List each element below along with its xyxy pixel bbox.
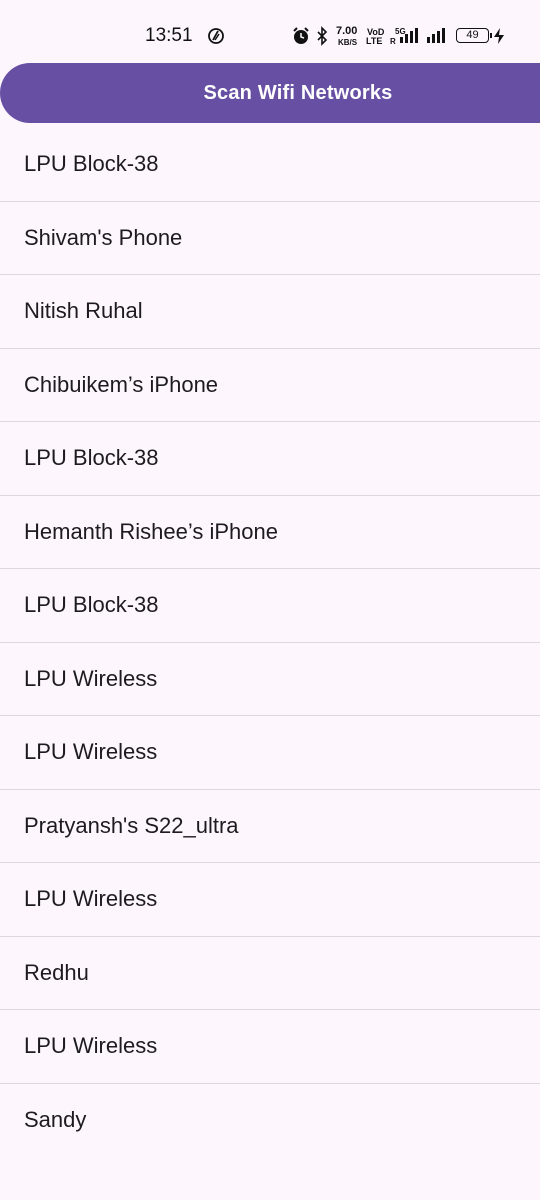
list-item[interactable]: Nitish Ruhal bbox=[0, 275, 540, 349]
roaming-label: R bbox=[390, 37, 396, 46]
speed-value: 7.00 bbox=[336, 25, 358, 37]
charging-icon bbox=[493, 27, 505, 50]
list-item[interactable]: Sandy bbox=[0, 1084, 540, 1158]
alarm-icon bbox=[291, 26, 311, 51]
battery-indicator: 49 bbox=[456, 28, 492, 43]
signal-icon bbox=[399, 27, 421, 49]
status-bar: 13:51 7.00 KB/S VoD LTE 5G R 49 bbox=[0, 0, 540, 62]
list-item[interactable]: LPU Wireless bbox=[0, 643, 540, 716]
list-item[interactable]: LPU Wireless bbox=[0, 1010, 540, 1084]
list-item[interactable]: LPU Wireless bbox=[0, 716, 540, 790]
bluetooth-icon bbox=[315, 26, 329, 51]
signal-icon bbox=[426, 27, 448, 49]
volte-label-bottom: LTE bbox=[366, 36, 383, 46]
list-item[interactable]: LPU Block-38 bbox=[0, 569, 540, 643]
list-item[interactable]: LPU Wireless bbox=[0, 863, 540, 937]
list-item[interactable]: LPU Block-38 bbox=[0, 128, 540, 202]
network-list: LPU Block-38 Shivam's Phone Nitish Ruhal… bbox=[0, 128, 540, 1157]
list-item[interactable]: Pratyansh's S22_ultra bbox=[0, 790, 540, 863]
speed-unit: KB/S bbox=[338, 38, 358, 47]
status-time: 13:51 bbox=[145, 25, 193, 46]
list-item[interactable]: Shivam's Phone bbox=[0, 202, 540, 275]
list-item[interactable]: Hemanth Rishee’s iPhone bbox=[0, 496, 540, 569]
list-item[interactable]: LPU Block-38 bbox=[0, 422, 540, 496]
list-item[interactable]: Redhu bbox=[0, 937, 540, 1010]
scan-wifi-button[interactable]: Scan Wifi Networks bbox=[0, 63, 540, 123]
sync-icon bbox=[206, 26, 226, 51]
list-item[interactable]: Chibuikem’s iPhone bbox=[0, 349, 540, 422]
